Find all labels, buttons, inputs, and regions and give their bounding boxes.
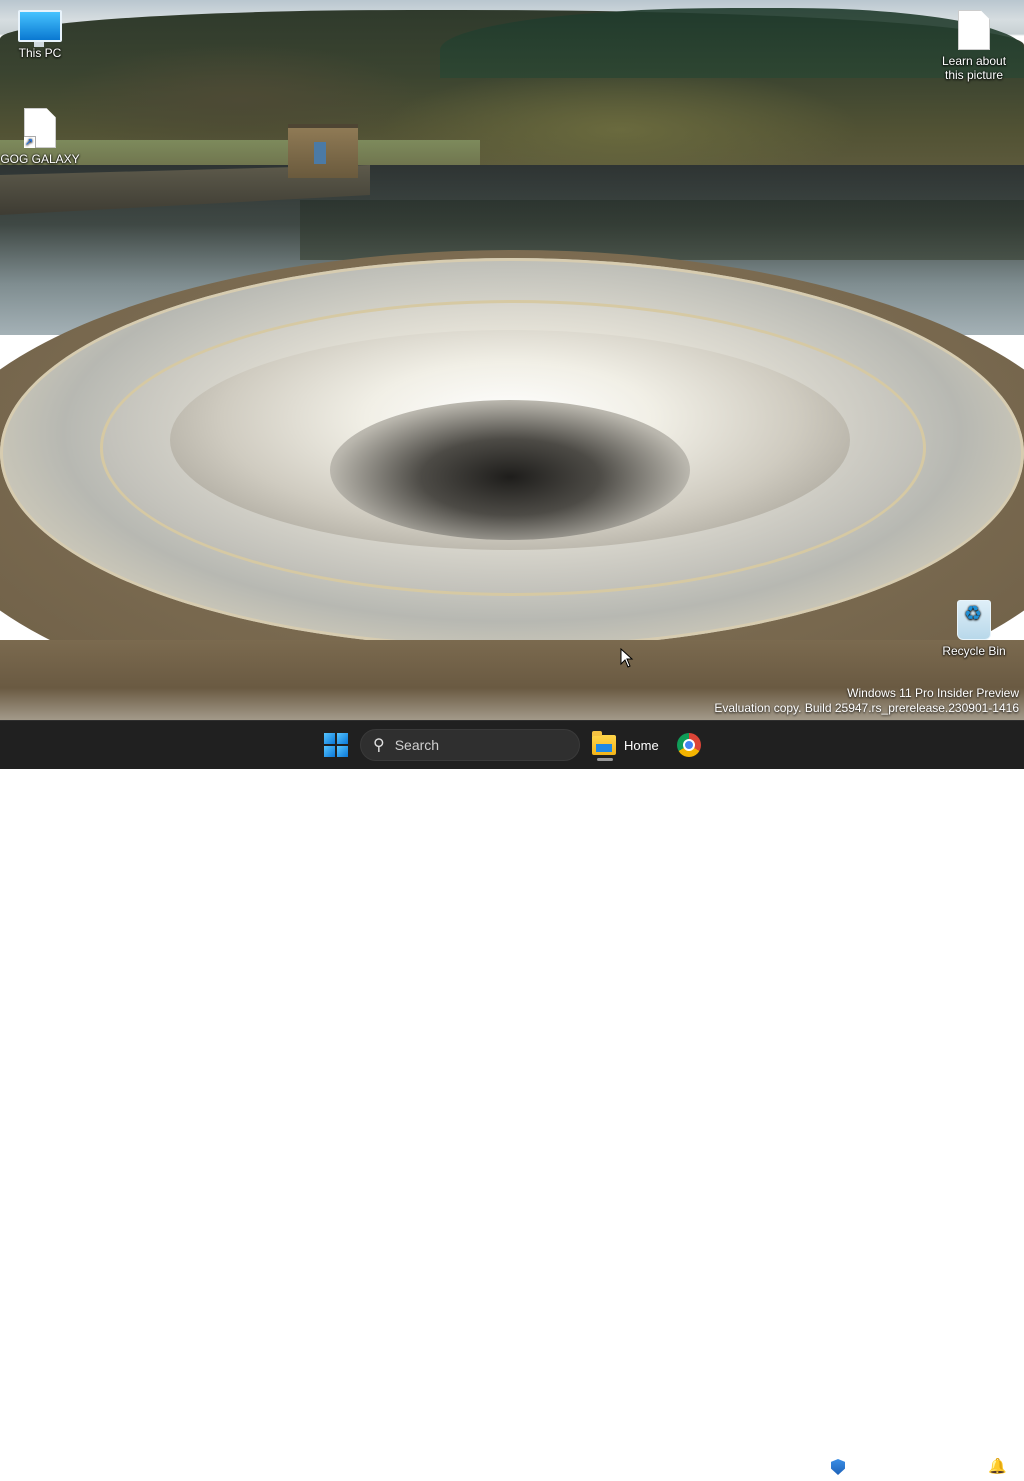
desktop-icon-label: This PC xyxy=(18,46,62,60)
clock-time: 6:58 AM xyxy=(937,1450,982,1464)
monitor-icon xyxy=(0,10,80,47)
desktop-icon-this-pc[interactable]: This PC xyxy=(0,10,80,60)
network-icon[interactable]: ▭ xyxy=(860,1457,874,1475)
mouse-cursor-icon xyxy=(620,648,634,668)
volume-muted-icon[interactable]: 🕨 xyxy=(886,1457,895,1474)
security-shield-icon[interactable] xyxy=(831,1459,845,1475)
desktop-icon-gog-galaxy[interactable]: ↗ GOG GALAXY xyxy=(0,108,80,166)
watermark-line-2: Evaluation copy. Build 25947.rs_prerelea… xyxy=(714,701,1019,715)
wallpaper-valve-tower xyxy=(288,124,358,178)
windows-logo-icon xyxy=(324,733,348,757)
wallpaper-spillway-throat xyxy=(330,400,690,540)
document-icon xyxy=(934,10,1014,50)
active-app-indicator xyxy=(597,758,613,761)
recycle-bin-icon xyxy=(934,600,1014,640)
clock[interactable]: 6:58 AM 12/19/2023 xyxy=(906,1449,982,1481)
document-shortcut-icon: ↗ xyxy=(0,108,80,148)
desktop-icon-learn-about-picture[interactable]: Learn about this picture xyxy=(934,10,1014,82)
start-button[interactable] xyxy=(316,725,356,765)
watermark-line-1: Windows 11 Pro Insider Preview xyxy=(847,686,1019,700)
search-placeholder: Search xyxy=(394,737,440,753)
search-box[interactable]: ⚲ Search xyxy=(360,729,580,761)
desktop-icon-label: Recycle Bin xyxy=(942,644,1006,658)
wallpaper-reflection xyxy=(300,200,1024,260)
desktop: This PC ↗ GOG GALAXY Learn about this pi… xyxy=(0,0,1024,720)
build-watermark: Windows 11 Pro Insider Preview Evaluatio… xyxy=(714,686,1019,716)
desktop-icon-label: Learn about this picture xyxy=(941,54,1007,82)
file-explorer-icon xyxy=(592,731,616,755)
shortcut-arrow-icon: ↗ xyxy=(24,136,36,148)
bell-icon[interactable]: 🔔 xyxy=(988,1457,1007,1475)
taskbar: ⚲ Search Home ▭ 🕨 6:58 AM 12/19/2023 🔔 xyxy=(0,720,1024,1480)
desktop-icon-recycle-bin[interactable]: Recycle Bin xyxy=(934,600,1014,658)
clock-date: 12/19/2023 xyxy=(921,1466,982,1480)
taskbar-app-label: Home xyxy=(624,737,659,753)
chrome-icon xyxy=(677,733,701,757)
taskbar-app-chrome[interactable] xyxy=(672,725,706,765)
desktop-icon-label: GOG GALAXY xyxy=(0,152,80,166)
search-icon: ⚲ xyxy=(373,737,385,754)
